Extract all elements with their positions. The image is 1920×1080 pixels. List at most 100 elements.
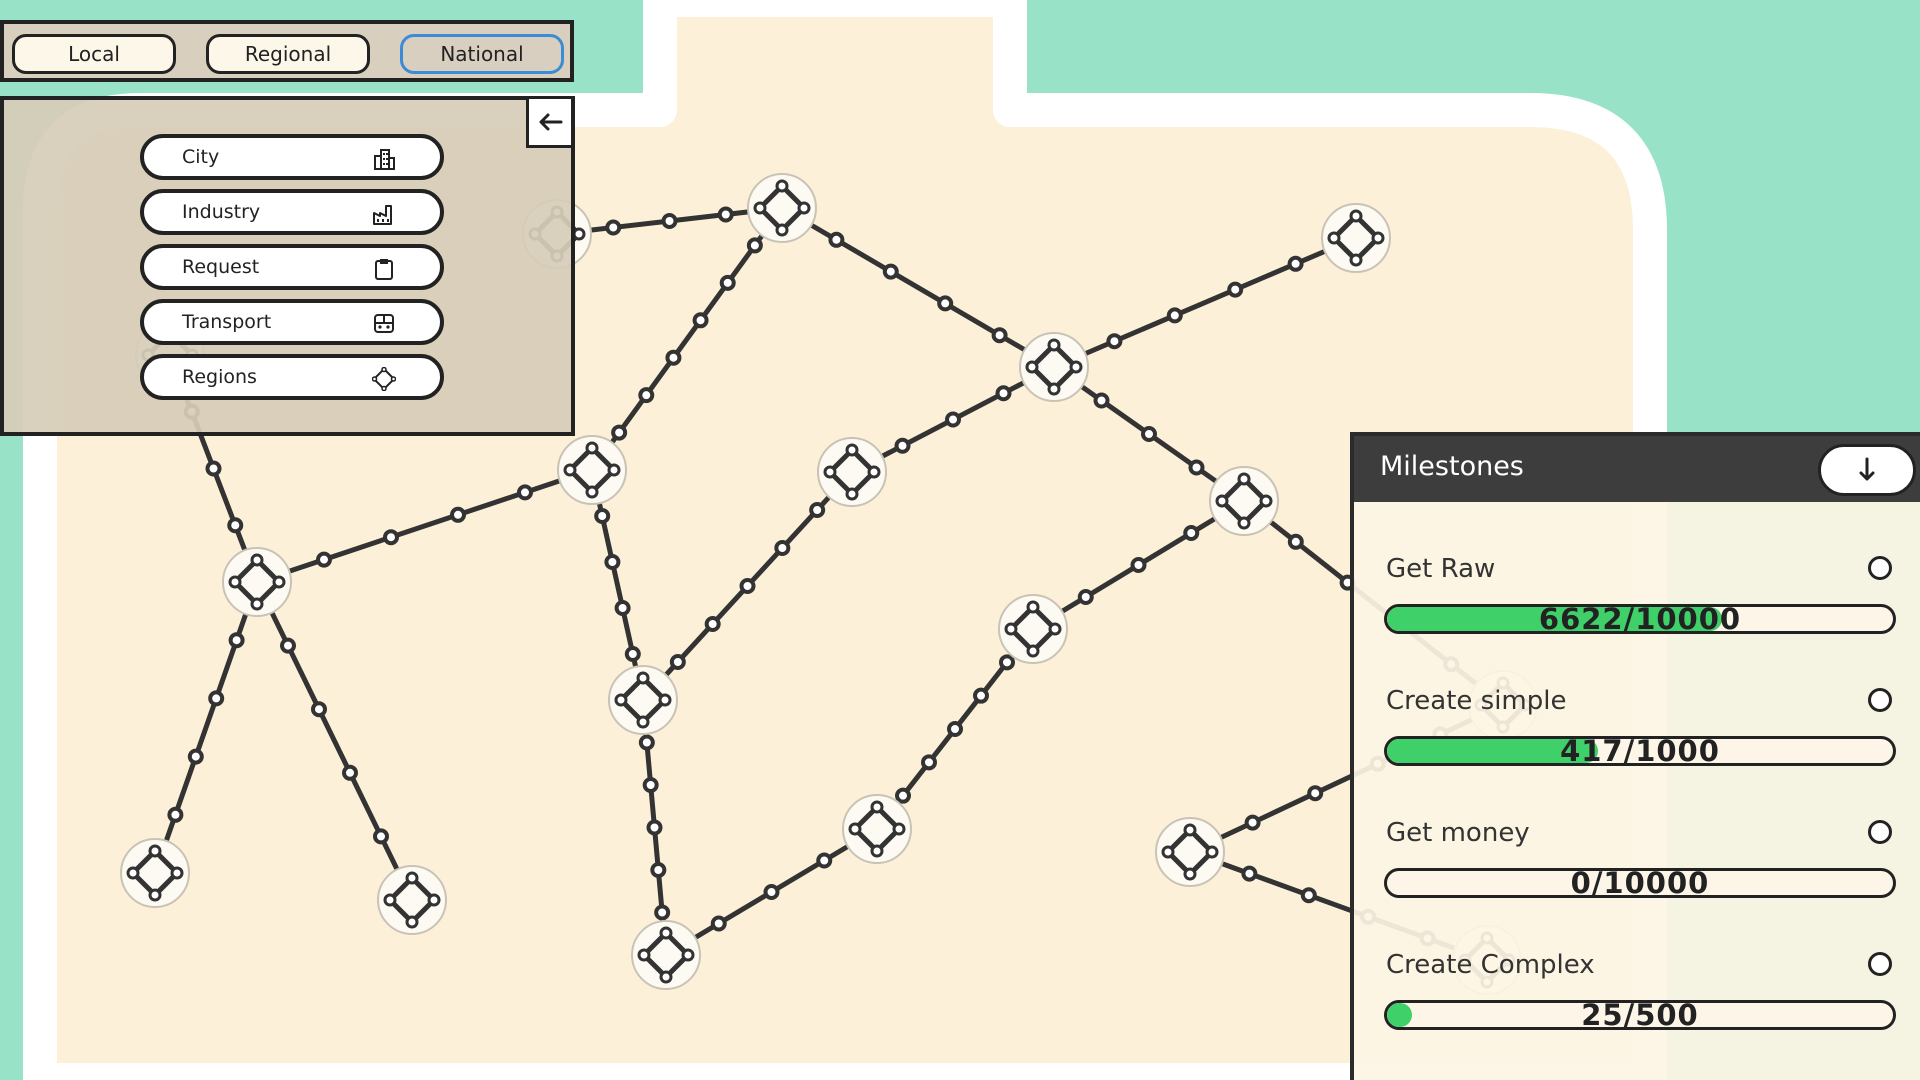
route-stop: [611, 424, 628, 441]
category-city-button[interactable]: City: [140, 134, 444, 180]
route-stop: [205, 460, 222, 477]
region-node[interactable]: [1019, 332, 1089, 402]
arrow-left-icon: [539, 113, 563, 131]
route-stop: [167, 806, 184, 823]
route-stop: [373, 828, 389, 845]
route-stop: [710, 915, 727, 932]
milestone-status-circle: [1868, 688, 1892, 712]
region-node[interactable]: [747, 173, 817, 243]
route-stop: [692, 312, 709, 329]
milestone-name: Get money: [1386, 818, 1530, 848]
route-stop: [1287, 533, 1304, 550]
milestone-status-circle: [1868, 556, 1892, 580]
route-stop: [991, 327, 1008, 344]
route-stop: [669, 654, 686, 670]
region-node[interactable]: [1155, 817, 1225, 887]
milestone-progress-bar: 25/500: [1384, 1000, 1896, 1030]
region-node[interactable]: [631, 920, 701, 990]
route-stop: [809, 502, 826, 518]
route-stop: [228, 632, 245, 649]
progress-text: 417/1000: [1560, 736, 1720, 766]
route-stop: [828, 231, 845, 248]
route-stop: [450, 506, 466, 523]
route-stop: [739, 578, 756, 594]
region-node[interactable]: [377, 865, 447, 935]
route-stop: [311, 701, 327, 718]
route-stop: [1093, 392, 1110, 409]
route-stop: [1300, 887, 1317, 904]
milestones-title: Milestones: [1380, 451, 1524, 482]
region-node[interactable]: [817, 437, 887, 507]
route-stop: [650, 862, 667, 878]
category-request-button[interactable]: Request: [140, 244, 444, 290]
route-stop: [937, 295, 954, 312]
region-node[interactable]: [120, 838, 190, 908]
region-node[interactable]: [1321, 203, 1391, 273]
route-stop: [1166, 307, 1183, 324]
category-request-label: Request: [182, 256, 260, 278]
route-stop: [605, 219, 622, 236]
route-stop: [594, 508, 611, 524]
factory-icon: [373, 205, 392, 225]
route-stop: [316, 551, 332, 568]
route-stop: [646, 819, 663, 836]
route-stop: [227, 517, 244, 534]
milestone-name: Get Raw: [1386, 554, 1496, 584]
route-stop: [717, 206, 734, 223]
milestone-item: Get money 0/10000: [1354, 818, 1920, 948]
category-transport-button[interactable]: Transport: [140, 299, 444, 345]
route-stop: [638, 387, 655, 404]
route-stop: [614, 600, 631, 616]
tab-local[interactable]: Local: [12, 34, 176, 74]
route-stop: [665, 349, 682, 366]
region-node[interactable]: [557, 435, 627, 505]
route-stop: [383, 529, 399, 546]
collapse-panel-button[interactable]: [526, 96, 574, 148]
milestone-progress-bar: 6622/10000: [1384, 604, 1896, 634]
route-stop: [995, 385, 1012, 402]
route-stop: [1141, 426, 1157, 442]
route-stop: [945, 411, 961, 428]
region-node[interactable]: [608, 665, 678, 735]
tab-regional[interactable]: Regional: [206, 34, 370, 74]
milestones-header: Milestones: [1354, 436, 1920, 502]
category-industry-button[interactable]: Industry: [140, 189, 444, 235]
milestones-panel: Milestones Get Raw 6622/10000 Create sim…: [1350, 432, 1920, 1080]
arrow-down-icon: [1859, 457, 1875, 481]
route-stop: [604, 554, 621, 570]
route-stop: [895, 787, 911, 804]
route-stop: [816, 852, 833, 869]
tab-national[interactable]: National: [400, 34, 564, 74]
category-transport-label: Transport: [182, 311, 272, 333]
region-node[interactable]: [222, 547, 292, 617]
milestones-toggle-button[interactable]: [1818, 444, 1916, 496]
route-stop: [624, 646, 641, 662]
progress-text: 0/10000: [1570, 868, 1710, 898]
route-stop: [654, 904, 671, 921]
route-stop: [973, 687, 989, 704]
route-stop: [1077, 589, 1094, 605]
route-stop: [921, 754, 937, 771]
route-stop: [517, 484, 533, 501]
route-stop: [342, 764, 358, 781]
route-stop: [1287, 255, 1304, 272]
route-stop: [187, 748, 204, 765]
diamond-node-icon: [372, 367, 396, 391]
bus-icon: [374, 314, 394, 333]
route-stop: [1307, 785, 1324, 802]
milestone-status-circle: [1868, 820, 1892, 844]
route-stop: [1244, 814, 1261, 831]
route-stop: [746, 237, 763, 254]
progress-text: 25/500: [1581, 1000, 1699, 1030]
route-stop: [774, 540, 791, 556]
route-stop: [999, 654, 1015, 671]
route-stop: [894, 437, 911, 454]
route-stop: [661, 213, 678, 229]
route-stop: [1241, 865, 1258, 882]
region-node[interactable]: [998, 594, 1068, 664]
category-regions-button[interactable]: Regions: [140, 354, 444, 400]
region-node[interactable]: [842, 794, 912, 864]
route-stop: [280, 637, 296, 654]
city-buildings-icon: [374, 149, 395, 170]
region-node[interactable]: [1209, 466, 1279, 536]
